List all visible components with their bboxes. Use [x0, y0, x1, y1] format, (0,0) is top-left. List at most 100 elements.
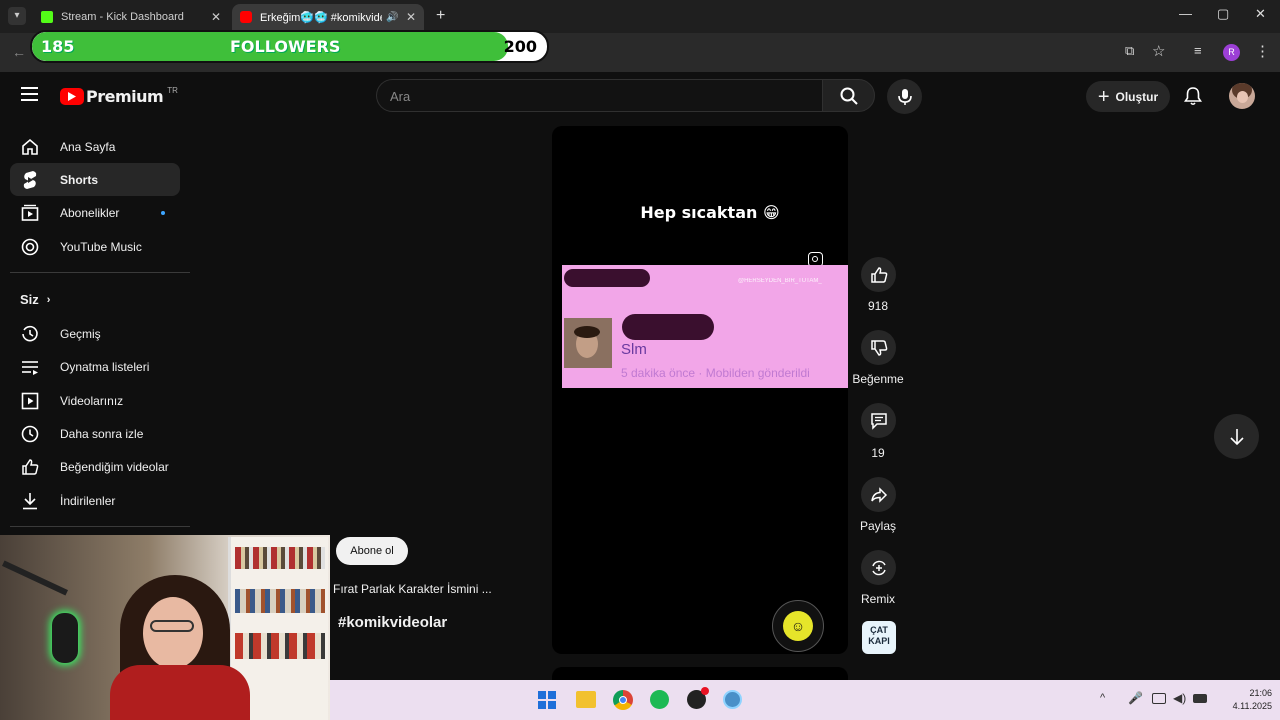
notifications-button[interactable]: [1184, 86, 1202, 111]
followers-goal: 200: [503, 37, 537, 56]
arrow-down-icon: [1229, 428, 1244, 445]
search-input[interactable]: Ara: [376, 79, 823, 112]
back-icon[interactable]: ←: [12, 44, 26, 60]
app-icon[interactable]: [687, 687, 709, 709]
sidebar-item-label: Daha sonra izle: [60, 426, 144, 441]
sidebar-item-label: Ana Sayfa: [60, 139, 116, 154]
channel-title[interactable]: Fırat Parlak Karakter İsmini ...: [333, 582, 492, 596]
tab-youtube-short[interactable]: Erkeğim🥶🥶 #komikvide 🔊 ✕: [232, 4, 424, 30]
chevron-right-icon: ›: [46, 293, 51, 306]
watch-later-icon: [20, 424, 40, 444]
sidebar-item-subscriptions[interactable]: Abonelikler: [10, 196, 180, 229]
account-avatar[interactable]: [1229, 83, 1255, 109]
tab-title: Stream - Kick Dashboard: [61, 11, 184, 23]
bell-icon: [1184, 87, 1202, 106]
volume-icon[interactable]: ◀): [1173, 691, 1186, 705]
windows-taskbar: ^ 🎤 ◀) 21:06 4.11.2025: [330, 680, 1280, 720]
card-handle: @HERSEYDEN_BIR_TUTAM_: [738, 278, 822, 284]
bookmark-star-icon[interactable]: ☆: [1152, 42, 1165, 60]
share-button[interactable]: [861, 477, 896, 512]
music-icon: [20, 237, 40, 257]
youtube-favicon-icon: [240, 11, 252, 23]
share-icon: [870, 486, 887, 503]
windows-start-icon[interactable]: [538, 691, 556, 709]
remix-button[interactable]: [861, 550, 896, 585]
comments-button[interactable]: [861, 403, 896, 438]
sidebar-item-label: Videolarınız: [60, 393, 124, 408]
sidebar-you-section[interactable]: Siz ›: [20, 292, 50, 307]
plus-icon: +: [1097, 85, 1110, 108]
playlist-icon: [20, 357, 40, 377]
sidebar-item-label: YouTube Music: [60, 239, 142, 254]
youtube-logo-icon: [60, 88, 84, 105]
file-explorer-icon[interactable]: [576, 691, 596, 708]
card-meta: 5 dakika önce · Mobilden gönderildi: [621, 366, 810, 380]
tab-title: Erkeğim🥶🥶 #komikvide: [260, 11, 382, 24]
tab-kick-dashboard[interactable]: Stream - Kick Dashboard ✕: [33, 4, 229, 30]
maximize-icon[interactable]: ▢: [1217, 6, 1229, 22]
close-window-icon[interactable]: ✕: [1255, 6, 1266, 22]
sidebar-item-playlists[interactable]: Oynatma listeleri: [10, 350, 180, 383]
media-control-icon[interactable]: ≡: [1194, 43, 1202, 58]
next-short-button[interactable]: [1214, 414, 1259, 459]
subscribe-button[interactable]: Abone ol: [336, 537, 408, 565]
video-caption-text: Hep sıcaktan 😁: [640, 203, 780, 222]
sidebar-item-liked-videos[interactable]: Beğendiğim videolar: [10, 450, 180, 483]
thumbs-down-icon: [870, 339, 887, 356]
audio-playing-icon[interactable]: 🔊: [386, 12, 398, 23]
new-tab-icon[interactable]: +: [436, 7, 445, 25]
followers-label: FOLLOWERS: [230, 37, 341, 56]
create-label: Oluştur: [1115, 89, 1159, 104]
microphone-tray-icon[interactable]: 🎤: [1128, 691, 1143, 705]
logo-text: Premium: [86, 87, 164, 106]
next-short-preview[interactable]: [552, 667, 848, 681]
smiley-icon: ☺: [783, 611, 813, 641]
menu-icon[interactable]: ⋮: [1255, 42, 1270, 60]
clock[interactable]: 21:06 4.11.2025: [1218, 687, 1272, 713]
redacted-scribble: [622, 314, 714, 340]
voice-search-button[interactable]: [887, 79, 922, 114]
comment-icon: [870, 412, 887, 430]
webcam-overlay: [0, 535, 330, 720]
battery-icon[interactable]: [1193, 694, 1207, 703]
spotify-icon[interactable]: [650, 690, 669, 709]
hashtag-link[interactable]: #komikvideolar: [338, 614, 447, 631]
followers-goal-bar: 185 FOLLOWERS 200: [30, 30, 549, 63]
sidebar-item-watch-later[interactable]: Daha sonra izle: [10, 417, 180, 450]
like-count: 918: [867, 299, 889, 313]
close-tab-icon[interactable]: ✕: [211, 10, 221, 24]
tab-search-button[interactable]: ▾: [8, 7, 26, 25]
audio-thumbnail[interactable]: ÇAT KAPI: [862, 621, 896, 654]
sidebar-item-label: Abonelikler: [60, 205, 120, 220]
remix-label: Remix: [860, 592, 895, 606]
youtube-premium-logo[interactable]: Premium TR: [60, 86, 178, 106]
create-button[interactable]: + Oluştur: [1086, 81, 1170, 112]
cast-icon[interactable]: ⧉: [1125, 43, 1134, 59]
remix-icon: [871, 560, 886, 575]
sidebar-item-shorts[interactable]: Shorts: [10, 163, 180, 196]
display-icon[interactable]: [1152, 693, 1166, 704]
glasses: [150, 620, 194, 632]
like-button[interactable]: [861, 257, 896, 292]
search-icon: [840, 87, 858, 105]
search-button[interactable]: [822, 79, 875, 112]
hamburger-menu-icon[interactable]: [21, 87, 38, 101]
obs-icon[interactable]: [723, 690, 742, 709]
sidebar-item-downloads[interactable]: İndirilenler: [10, 484, 180, 517]
time-text: 21:06: [1249, 688, 1272, 698]
sidebar-item-home[interactable]: Ana Sayfa: [10, 130, 180, 163]
sidebar-item-your-videos[interactable]: Videolarınız: [10, 384, 180, 417]
watermark-logo: ☺: [772, 600, 824, 652]
redacted-scribble: [564, 269, 650, 287]
close-tab-icon[interactable]: ✕: [406, 10, 416, 24]
screenshot-card: @HERSEYDEN_BIR_TUTAM_ Slm 5 dakika önce …: [562, 265, 848, 388]
chrome-icon[interactable]: [613, 690, 633, 710]
profile-avatar[interactable]: R: [1223, 44, 1240, 61]
streamer-sweater: [110, 665, 250, 720]
dislike-button[interactable]: [861, 330, 896, 365]
sidebar-item-history[interactable]: Geçmiş: [10, 317, 180, 350]
chevron-up-icon[interactable]: ^: [1100, 692, 1105, 704]
minimize-icon[interactable]: —: [1179, 6, 1192, 21]
new-content-dot: [161, 210, 165, 215]
sidebar-item-youtube-music[interactable]: YouTube Music: [10, 230, 180, 263]
